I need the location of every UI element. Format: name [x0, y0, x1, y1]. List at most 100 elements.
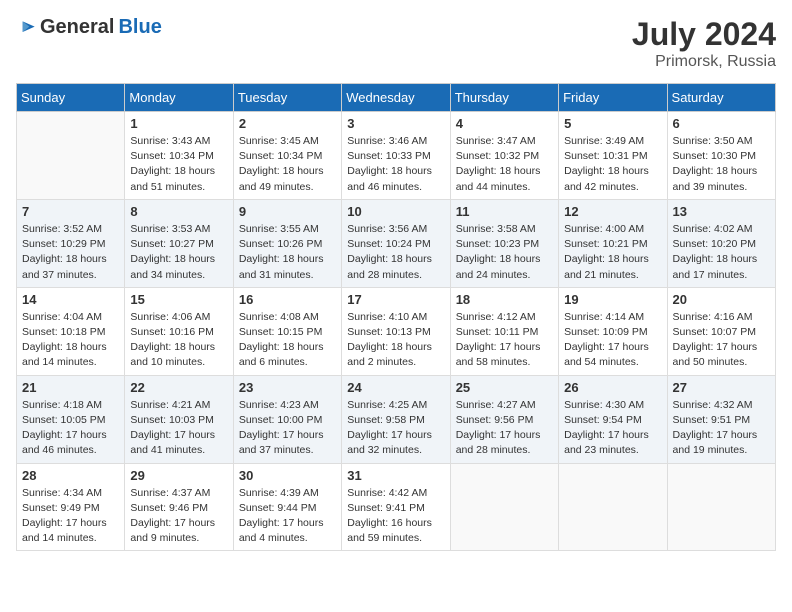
calendar-day-cell: 12Sunrise: 4:00 AMSunset: 10:21 PMDaylig… — [559, 199, 667, 287]
day-number: 16 — [239, 292, 336, 307]
calendar-day-cell: 8 Sunrise: 3:53 AMSunset: 10:27 PMDayligh… — [125, 199, 233, 287]
calendar-day-cell: 18 Sunrise: 4:12 AMSunset: 10:11 PMDaylig… — [450, 287, 558, 375]
day-info: Sunrise: 4:23 AMSunset: 10:00 PMDaylight… — [239, 398, 336, 459]
calendar-day-cell: 30 Sunrise: 4:39 AMSunset: 9:44 PMDayligh… — [233, 463, 341, 551]
weekday-header-wednesday: Wednesday — [342, 84, 450, 112]
calendar-day-cell: 19 Sunrise: 4:14 AMSunset: 10:09 PMDaylig… — [559, 287, 667, 375]
day-number: 3 — [347, 116, 444, 131]
calendar-day-cell: 4Sunrise: 3:47 AMSunset: 10:32 PMDayligh… — [450, 112, 558, 200]
calendar-day-cell: 11Sunrise: 3:58 AMSunset: 10:23 PMDaylig… — [450, 199, 558, 287]
day-info: Sunrise: 4:00 AMSunset: 10:21 PMDaylight… — [564, 222, 661, 283]
page-header: General Blue July 2024 Primorsk, Russia — [16, 16, 776, 71]
calendar-day-cell: 24Sunrise: 4:25 AMSunset: 9:58 PMDayligh… — [342, 375, 450, 463]
calendar-day-cell: 26Sunrise: 4:30 AMSunset: 9:54 PMDayligh… — [559, 375, 667, 463]
calendar-week-row: 1Sunrise: 3:43 AMSunset: 10:34 PMDayligh… — [17, 112, 776, 200]
day-info: Sunrise: 4:37 AMSunset: 9:46 PMDaylight:… — [130, 486, 227, 547]
calendar-day-cell: 13 Sunrise: 4:02 AMSunset: 10:20 PMDaylig… — [667, 199, 775, 287]
day-info: Sunrise: 3:46 AMSunset: 10:33 PMDaylight… — [347, 134, 444, 195]
day-number: 14 — [22, 292, 119, 307]
day-number: 27 — [673, 380, 770, 395]
logo: General Blue — [16, 16, 162, 39]
day-info: Sunrise: 4:14 AMSunset: 10:09 PMDaylight… — [564, 310, 661, 371]
day-number: 1 — [130, 116, 227, 131]
calendar-day-cell: 14 Sunrise: 4:04 AMSunset: 10:18 PMDaylig… — [17, 287, 125, 375]
calendar-day-cell: 21Sunrise: 4:18 AMSunset: 10:05 PMDaylig… — [17, 375, 125, 463]
title-block: July 2024 Primorsk, Russia — [632, 16, 776, 71]
calendar-day-cell: 1Sunrise: 3:43 AMSunset: 10:34 PMDayligh… — [125, 112, 233, 200]
weekday-header-sunday: Sunday — [17, 84, 125, 112]
calendar-day-cell: 17 Sunrise: 4:10 AMSunset: 10:13 PMDaylig… — [342, 287, 450, 375]
day-info: Sunrise: 4:06 AMSunset: 10:16 PMDaylight… — [130, 310, 227, 371]
calendar-day-cell — [450, 463, 558, 551]
day-info: Sunrise: 3:55 AMSunset: 10:26 PMDaylight… — [239, 222, 336, 283]
day-info: Sunrise: 4:12 AMSunset: 10:11 PMDaylight… — [456, 310, 553, 371]
day-info: Sunrise: 4:18 AMSunset: 10:05 PMDaylight… — [22, 398, 119, 459]
day-info: Sunrise: 4:34 AMSunset: 9:49 PMDaylight:… — [22, 486, 119, 547]
calendar-day-cell: 28 Sunrise: 4:34 AMSunset: 9:49 PMDayligh… — [17, 463, 125, 551]
day-number: 30 — [239, 468, 336, 483]
day-info: Sunrise: 4:16 AMSunset: 10:07 PMDaylight… — [673, 310, 770, 371]
day-number: 15 — [130, 292, 227, 307]
day-number: 25 — [456, 380, 553, 395]
day-info: Sunrise: 3:56 AMSunset: 10:24 PMDaylight… — [347, 222, 444, 283]
day-number: 22 — [130, 380, 227, 395]
day-number: 31 — [347, 468, 444, 483]
calendar-week-row: 28 Sunrise: 4:34 AMSunset: 9:49 PMDayligh… — [17, 463, 776, 551]
calendar-day-cell: 5Sunrise: 3:49 AMSunset: 10:31 PMDayligh… — [559, 112, 667, 200]
calendar-day-cell: 7 Sunrise: 3:52 AMSunset: 10:29 PMDayligh… — [17, 199, 125, 287]
day-info: Sunrise: 4:10 AMSunset: 10:13 PMDaylight… — [347, 310, 444, 371]
day-info: Sunrise: 3:52 AMSunset: 10:29 PMDaylight… — [22, 222, 119, 283]
calendar-week-row: 7 Sunrise: 3:52 AMSunset: 10:29 PMDayligh… — [17, 199, 776, 287]
calendar-day-cell: 23Sunrise: 4:23 AMSunset: 10:00 PMDaylig… — [233, 375, 341, 463]
weekday-header-thursday: Thursday — [450, 84, 558, 112]
month-year-title: July 2024 — [632, 16, 776, 53]
location-subtitle: Primorsk, Russia — [632, 53, 776, 71]
weekday-header-saturday: Saturday — [667, 84, 775, 112]
day-number: 2 — [239, 116, 336, 131]
calendar-day-cell: 15 Sunrise: 4:06 AMSunset: 10:16 PMDaylig… — [125, 287, 233, 375]
day-info: Sunrise: 4:08 AMSunset: 10:15 PMDaylight… — [239, 310, 336, 371]
calendar-day-cell: 31Sunrise: 4:42 AMSunset: 9:41 PMDayligh… — [342, 463, 450, 551]
day-info: Sunrise: 3:58 AMSunset: 10:23 PMDaylight… — [456, 222, 553, 283]
day-number: 13 — [673, 204, 770, 219]
day-number: 24 — [347, 380, 444, 395]
calendar-day-cell: 6Sunrise: 3:50 AMSunset: 10:30 PMDayligh… — [667, 112, 775, 200]
day-number: 18 — [456, 292, 553, 307]
calendar-day-cell: 29 Sunrise: 4:37 AMSunset: 9:46 PMDayligh… — [125, 463, 233, 551]
day-info: Sunrise: 4:02 AMSunset: 10:20 PMDaylight… — [673, 222, 770, 283]
day-number: 8 — [130, 204, 227, 219]
day-number: 17 — [347, 292, 444, 307]
calendar-day-cell: 9Sunrise: 3:55 AMSunset: 10:26 PMDayligh… — [233, 199, 341, 287]
calendar-day-cell: 3 Sunrise: 3:46 AMSunset: 10:33 PMDayligh… — [342, 112, 450, 200]
calendar-day-cell — [559, 463, 667, 551]
calendar-day-cell: 20Sunrise: 4:16 AMSunset: 10:07 PMDaylig… — [667, 287, 775, 375]
weekday-header-tuesday: Tuesday — [233, 84, 341, 112]
day-info: Sunrise: 4:32 AMSunset: 9:51 PMDaylight:… — [673, 398, 770, 459]
calendar-day-cell: 27 Sunrise: 4:32 AMSunset: 9:51 PMDayligh… — [667, 375, 775, 463]
day-number: 7 — [22, 204, 119, 219]
calendar-day-cell — [667, 463, 775, 551]
day-info: Sunrise: 4:30 AMSunset: 9:54 PMDaylight:… — [564, 398, 661, 459]
weekday-header-row: SundayMondayTuesdayWednesdayThursdayFrid… — [17, 84, 776, 112]
day-info: Sunrise: 4:27 AMSunset: 9:56 PMDaylight:… — [456, 398, 553, 459]
logo-icon — [16, 18, 36, 38]
day-number: 29 — [130, 468, 227, 483]
calendar-day-cell: 10 Sunrise: 3:56 AMSunset: 10:24 PMDaylig… — [342, 199, 450, 287]
day-info: Sunrise: 4:39 AMSunset: 9:44 PMDaylight:… — [239, 486, 336, 547]
day-info: Sunrise: 3:50 AMSunset: 10:30 PMDaylight… — [673, 134, 770, 195]
day-info: Sunrise: 3:47 AMSunset: 10:32 PMDaylight… — [456, 134, 553, 195]
day-number: 28 — [22, 468, 119, 483]
day-info: Sunrise: 3:45 AMSunset: 10:34 PMDaylight… — [239, 134, 336, 195]
calendar-table: SundayMondayTuesdayWednesdayThursdayFrid… — [16, 83, 776, 551]
day-info: Sunrise: 4:04 AMSunset: 10:18 PMDaylight… — [22, 310, 119, 371]
weekday-header-monday: Monday — [125, 84, 233, 112]
calendar-day-cell: 2 Sunrise: 3:45 AMSunset: 10:34 PMDayligh… — [233, 112, 341, 200]
calendar-week-row: 14 Sunrise: 4:04 AMSunset: 10:18 PMDaylig… — [17, 287, 776, 375]
calendar-day-cell: 16 Sunrise: 4:08 AMSunset: 10:15 PMDaylig… — [233, 287, 341, 375]
day-number: 10 — [347, 204, 444, 219]
day-info: Sunrise: 4:21 AMSunset: 10:03 PMDaylight… — [130, 398, 227, 459]
day-info: Sunrise: 3:53 AMSunset: 10:27 PMDaylight… — [130, 222, 227, 283]
calendar-week-row: 21Sunrise: 4:18 AMSunset: 10:05 PMDaylig… — [17, 375, 776, 463]
day-number: 19 — [564, 292, 661, 307]
calendar-day-cell: 25 Sunrise: 4:27 AMSunset: 9:56 PMDayligh… — [450, 375, 558, 463]
